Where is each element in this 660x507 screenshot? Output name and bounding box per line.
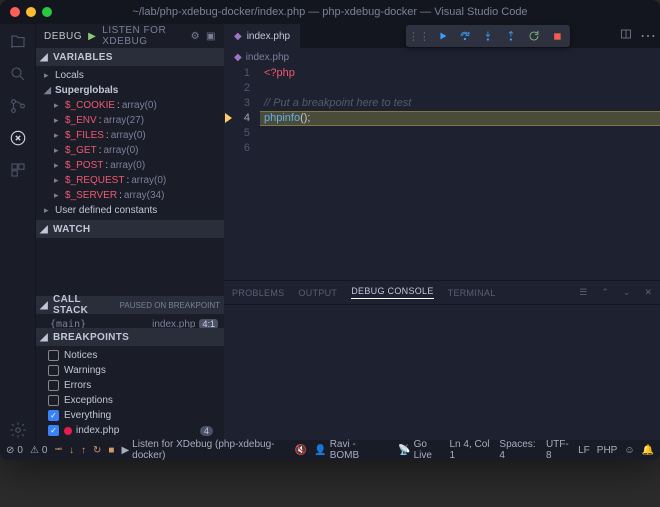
variables-header[interactable]: ◢Variables	[36, 48, 224, 66]
status-debug-out-icon[interactable]: ↑	[81, 445, 86, 456]
debug-header: Debug ▶ Listen for XDebug ⚙ ▣	[36, 24, 224, 48]
debug-sidebar: Debug ▶ Listen for XDebug ⚙ ▣ ◢Variables…	[36, 24, 224, 440]
variable-row[interactable]: ▸$_POST: array(0)	[36, 158, 224, 173]
status-spaces[interactable]: Spaces: 4	[499, 439, 539, 460]
status-debug-restart-icon[interactable]: ↻	[93, 445, 101, 456]
panel-tab[interactable]: OUTPUT	[298, 288, 337, 298]
variable-row[interactable]: ▸$_COOKIE: array(0)	[36, 98, 224, 113]
panel-tab[interactable]: DEBUG CONSOLE	[351, 286, 433, 299]
activity-bar	[0, 24, 36, 440]
status-bell-icon[interactable]: 🔔	[642, 445, 654, 456]
status-warnings[interactable]: ⚠ 0	[30, 445, 48, 456]
panel-filter-icon[interactable]: ☰	[579, 287, 587, 298]
breakpoints-header[interactable]: ◢Breakpoints	[36, 328, 224, 346]
code-editor[interactable]: 1<?php23// Put a breakpoint here to test…	[224, 66, 660, 280]
panel-tabs: PROBLEMSOUTPUTDEBUG CONSOLETERMINAL ☰ ⌃ …	[224, 281, 660, 305]
start-debug-button[interactable]: ▶	[88, 31, 96, 42]
status-golive[interactable]: 📡 Go Live	[398, 439, 442, 460]
debug-console-body[interactable]	[224, 305, 660, 440]
variable-row[interactable]: ▸$_SERVER: array(34)	[36, 188, 224, 203]
search-icon[interactable]	[8, 64, 28, 84]
status-launch-config[interactable]: ▶ Listen for XDebug (php-xdebug-docker)	[121, 439, 287, 460]
status-debug-stop-icon[interactable]: ■	[108, 445, 114, 456]
status-bar: ⊘ 0 ⚠ 0 ⭲ ↓ ↑ ↻ ■ ▶ Listen for XDebug (p…	[0, 440, 660, 460]
debug-config-selector[interactable]: Listen for XDebug	[102, 25, 184, 47]
variable-row[interactable]: ▸$_ENV: array(27)	[36, 113, 224, 128]
breakpoint-file[interactable]: ✓index.php4	[36, 423, 224, 438]
step-over-button[interactable]	[458, 29, 472, 43]
continue-button[interactable]	[435, 29, 449, 43]
editor-tabbar: ◆ index.php ⋮⋮ ⋯	[224, 24, 660, 48]
watch-section: ◢Watch	[36, 220, 224, 296]
bottom-panel: PROBLEMSOUTPUTDEBUG CONSOLETERMINAL ☰ ⌃ …	[224, 280, 660, 440]
panel-collapse-icon[interactable]: ⌃	[601, 287, 609, 298]
status-lang[interactable]: PHP	[597, 445, 618, 456]
debug-console-toggle-icon[interactable]: ▣	[206, 31, 216, 42]
panel-tab[interactable]: PROBLEMS	[232, 288, 284, 298]
explorer-icon[interactable]	[8, 32, 28, 52]
status-debug-into-icon[interactable]: ↓	[69, 445, 74, 456]
php-file-icon: ◆	[234, 31, 242, 42]
status-errors[interactable]: ⊘ 0	[6, 445, 23, 456]
php-file-icon: ◆	[234, 52, 242, 63]
watch-header[interactable]: ◢Watch	[36, 220, 224, 238]
breakpoint-category[interactable]: Notices	[36, 348, 224, 363]
superglobals-group[interactable]: ◢Superglobals	[36, 83, 224, 98]
step-out-button[interactable]	[504, 29, 518, 43]
more-actions-icon[interactable]: ⋯	[640, 26, 656, 46]
stop-button[interactable]	[550, 29, 564, 43]
locals-group[interactable]: ▸Locals	[36, 68, 224, 83]
minimize-window-button[interactable]	[26, 7, 36, 17]
extensions-icon[interactable]	[8, 160, 28, 180]
breakpoints-section: ◢Breakpoints NoticesWarningsErrorsExcept…	[36, 328, 224, 440]
window-controls	[0, 7, 52, 17]
debug-title: Debug	[44, 31, 82, 42]
status-encoding[interactable]: UTF-8	[546, 439, 571, 460]
editor-tab-label: index.php	[247, 31, 290, 42]
settings-gear-icon[interactable]	[8, 420, 28, 440]
step-into-button[interactable]	[481, 29, 495, 43]
variable-row[interactable]: ▸$_GET: array(0)	[36, 143, 224, 158]
status-feedback-icon[interactable]: ☺	[624, 445, 634, 456]
callstack-header[interactable]: ◢Call Stack Paused on breakpoint	[36, 296, 224, 314]
editor-tab[interactable]: ◆ index.php	[224, 24, 301, 48]
restart-button[interactable]	[527, 29, 541, 43]
breakpoint-category[interactable]: Exceptions	[36, 393, 224, 408]
source-control-icon[interactable]	[8, 96, 28, 116]
breakpoint-category[interactable]: Warnings	[36, 363, 224, 378]
toolbar-grip-icon[interactable]: ⋮⋮	[412, 29, 426, 43]
status-debug-step-icon[interactable]: ⭲	[54, 442, 62, 459]
maximize-window-button[interactable]	[42, 7, 52, 17]
breakpoint-category[interactable]: Errors	[36, 378, 224, 393]
callstack-section: ◢Call Stack Paused on breakpoint {main}i…	[36, 296, 224, 328]
titlebar: ~/lab/php-xdebug-docker/index.php — php-…	[0, 0, 660, 24]
variables-section: ◢Variables ▸Locals ◢Superglobals ▸$_COOK…	[36, 48, 224, 220]
panel-close-icon[interactable]: ✕	[644, 287, 652, 298]
window-title: ~/lab/php-xdebug-docker/index.php — php-…	[0, 6, 660, 18]
split-editor-icon[interactable]	[620, 27, 632, 45]
status-user[interactable]: 👤 Ravi - BOMB	[314, 439, 380, 460]
debug-icon[interactable]	[8, 128, 28, 148]
status-lncol[interactable]: Ln 4, Col 1	[449, 439, 492, 460]
variable-row[interactable]: ▸$_FILES: array(0)	[36, 128, 224, 143]
breadcrumb-file: index.php	[246, 52, 289, 63]
debug-config-gear-icon[interactable]: ⚙	[191, 31, 200, 42]
debug-toolbar: ⋮⋮	[406, 25, 570, 47]
panel-maximize-icon[interactable]: ⌄	[623, 287, 631, 298]
variable-row[interactable]: ▸$_REQUEST: array(0)	[36, 173, 224, 188]
breadcrumbs[interactable]: ◆ index.php	[224, 48, 660, 66]
status-eol[interactable]: LF	[578, 445, 590, 456]
editor-area: ◆ index.php ⋮⋮ ⋯ ◆	[224, 24, 660, 440]
close-window-button[interactable]	[10, 7, 20, 17]
status-mute-icon[interactable]: 🔇	[295, 445, 307, 456]
user-constants-group[interactable]: ▸User defined constants	[36, 203, 224, 218]
panel-tab[interactable]: TERMINAL	[448, 288, 496, 298]
vscode-window: ~/lab/php-xdebug-docker/index.php — php-…	[0, 0, 660, 460]
breakpoint-category[interactable]: ✓Everything	[36, 408, 224, 423]
